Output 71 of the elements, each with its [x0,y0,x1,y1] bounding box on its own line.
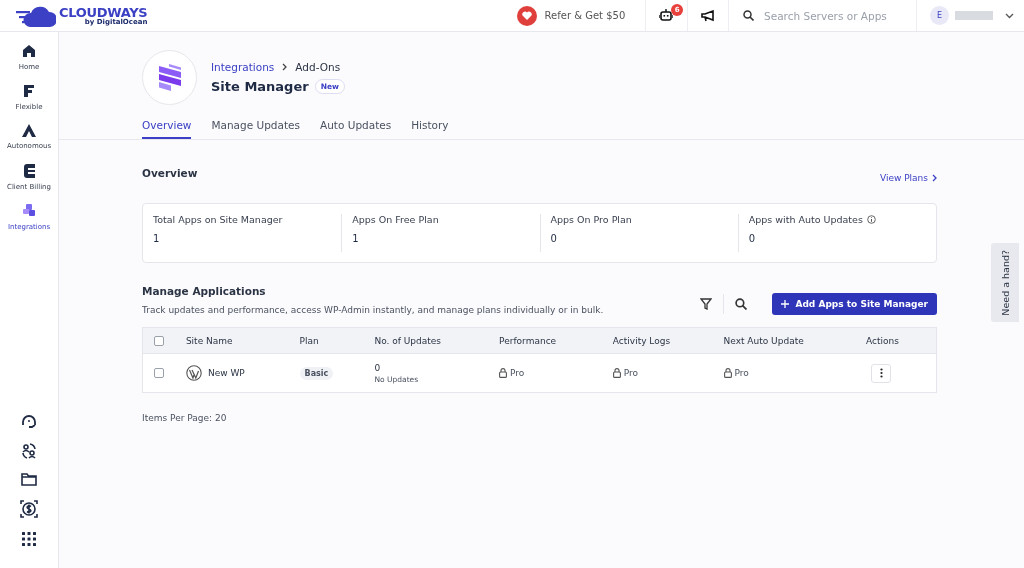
column-header: Actions [866,335,899,346]
filter-icon [700,298,713,310]
chevron-right-icon [932,174,937,182]
plus-icon [781,300,790,308]
stat-value: 0 [748,233,757,244]
help-tab[interactable]: Need a hand? [991,243,1019,322]
locked-feature: Pro [510,368,525,378]
search-icon [743,10,755,21]
site-name[interactable]: New WP [207,368,245,378]
apps-grid-icon[interactable] [22,532,36,546]
flag-icon [23,84,35,98]
user-swap-icon[interactable] [21,443,37,459]
breadcrumb-link[interactable]: Integrations [211,61,275,73]
stat-label: Total Apps on Site Manager [153,214,283,225]
row-checkbox[interactable] [154,368,164,378]
brand-name: CLOUDWAYS [59,5,148,19]
select-all-checkbox[interactable] [154,335,164,346]
stat-value: 0 [550,233,558,244]
megaphone-icon[interactable] [700,9,715,22]
kebab-icon [879,368,883,378]
peak-icon [22,124,36,137]
folder-icon[interactable] [21,473,37,486]
column-header: No. of Updates [374,335,442,346]
stat-value: 1 [153,233,161,244]
tab[interactable]: Manage Updates [211,119,300,139]
section-description: Track updates and performance, access WP-Admin instantly, and manage plans individually or in bulk. [142,305,604,315]
headset-icon[interactable] [21,414,37,429]
column-header: Next Auto Update [723,335,804,346]
stat-label: Apps On Pro Plan [550,214,632,225]
locked-feature: Pro [734,368,749,378]
chevron-right-icon [282,63,288,71]
search-field[interactable]: Search Servers or Apps [762,8,917,23]
tab[interactable]: Overview [142,119,192,139]
tab[interactable]: Auto Updates [320,119,392,139]
user-avatar[interactable]: E [930,6,950,25]
column-header: Plan [299,335,319,346]
page-title: Site Manager [211,79,309,94]
robot-icon[interactable] [659,9,674,22]
chevron-down-icon[interactable] [1005,12,1015,19]
items-per-page: Items Per Page: 20 [142,413,228,423]
update-count: 0 [374,362,382,373]
section-heading: Manage Applications [142,285,267,297]
lock-icon [499,368,508,378]
puzzle-icon [23,204,35,218]
search-icon [735,298,748,310]
column-header: Activity Logs [612,335,671,346]
stat-label: Apps with Auto Updates [748,214,863,225]
lock-icon [612,368,621,378]
more-button[interactable] [871,363,892,383]
refer-link[interactable]: Refer & Get $50 [504,0,647,31]
dollar-icon[interactable] [20,500,38,518]
stat-value: 1 [352,233,360,244]
billing-icon [23,164,35,178]
section-heading: Overview [142,167,198,179]
column-header: Performance [499,335,557,346]
info-icon[interactable] [866,215,876,224]
cloud-logo-icon [16,4,56,27]
lock-icon [723,368,732,378]
breadcrumb-current: Add-Ons [295,61,341,73]
tab[interactable]: History [411,119,449,139]
stacked-s-icon [156,63,183,92]
add-apps-button[interactable]: Add Apps to Site Manager [772,293,937,315]
plan-tag: Basic [299,367,334,380]
view-plans-link[interactable]: View Plans [879,173,937,183]
home-icon [22,44,36,58]
heart-icon [521,11,532,20]
locked-feature: Pro [623,368,639,378]
wordpress-icon [185,365,202,381]
column-header: Site Name [185,335,233,346]
user-name-placeholder [955,11,994,20]
stat-label: Apps On Free Plan [352,214,439,225]
